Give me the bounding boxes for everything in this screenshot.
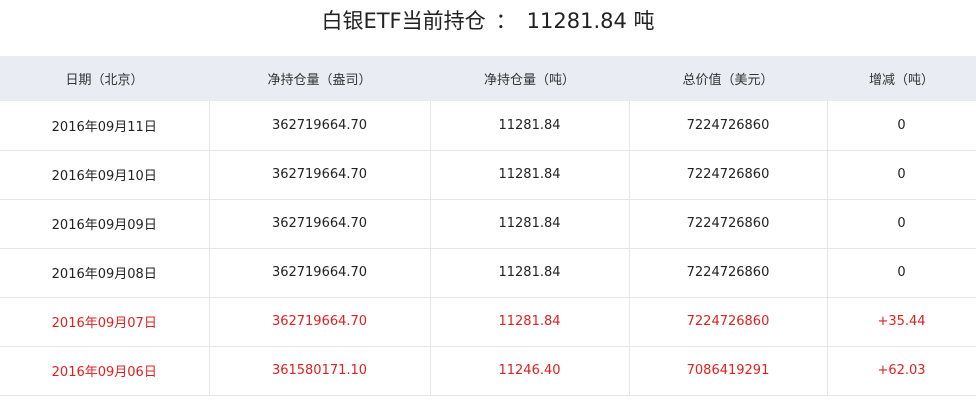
cell-date: 2016年09月07日 <box>0 297 210 347</box>
cell-ounces: 362719664.70 <box>209 297 431 347</box>
table-row: 2016年09月06日 361580171.10 11246.40 708641… <box>0 346 976 396</box>
cell-change: 0 <box>827 199 976 249</box>
etf-holdings-page: 白银ETF当前持仓 ： 11281.84 吨 日期（北京） 净持仓量（盎司） 净持仓… <box>0 0 976 404</box>
cell-date: 2016年09月09日 <box>0 199 210 249</box>
cell-ounces: 361580171.10 <box>209 346 431 396</box>
cell-change: 0 <box>827 101 976 151</box>
cell-ounces: 362719664.70 <box>209 199 431 249</box>
column-header-change: 增减（吨） <box>868 73 934 88</box>
cell-total-value: 7224726860 <box>629 199 828 249</box>
column-header-date: 日期（北京） <box>65 73 144 88</box>
column-header-tonnes: 净持仓量（吨） <box>483 73 575 88</box>
holdings-table: 日期（北京） 净持仓量（盎司） 净持仓量（吨） 总价值（美元） 增减（吨） 20… <box>0 56 976 396</box>
cell-total-value: 7224726860 <box>629 297 828 347</box>
table-row: 2016年09月07日 362719664.70 11281.84 722472… <box>0 297 976 347</box>
table-row: 2016年09月10日 362719664.70 11281.84 722472… <box>0 150 976 200</box>
title-label: 白银ETF当前持仓 <box>321 9 486 33</box>
cell-total-value: 7086419291 <box>629 346 828 396</box>
title-separator: ： <box>495 9 517 33</box>
cell-change: +62.03 <box>827 346 976 396</box>
title-value: 11281.84 吨 <box>526 9 655 33</box>
cell-total-value: 7224726860 <box>629 150 828 200</box>
cell-tonnes: 11281.84 <box>430 150 630 200</box>
cell-tonnes: 11281.84 <box>430 248 630 298</box>
cell-tonnes: 11281.84 <box>430 101 630 151</box>
cell-date: 2016年09月06日 <box>0 346 210 396</box>
cell-ounces: 362719664.70 <box>209 150 431 200</box>
cell-tonnes: 11281.84 <box>430 297 630 347</box>
column-header-total-value: 总价值（美元） <box>682 73 774 88</box>
cell-change: 0 <box>827 150 976 200</box>
table-body: 2016年09月11日 362719664.70 11281.84 722472… <box>0 101 976 396</box>
column-header-ounces: 净持仓量（盎司） <box>267 73 372 88</box>
table-row: 2016年09月09日 362719664.70 11281.84 722472… <box>0 199 976 249</box>
cell-change: 0 <box>827 248 976 298</box>
cell-tonnes: 11281.84 <box>430 199 630 249</box>
cell-date: 2016年09月11日 <box>0 101 210 151</box>
table-row: 2016年09月11日 362719664.70 11281.84 722472… <box>0 101 976 151</box>
header-row: 日期（北京） 净持仓量（盎司） 净持仓量（吨） 总价值（美元） 增减（吨） <box>0 56 976 101</box>
cell-tonnes: 11246.40 <box>430 346 630 396</box>
cell-date: 2016年09月08日 <box>0 248 210 298</box>
cell-date: 2016年09月10日 <box>0 150 210 200</box>
cell-change: +35.44 <box>827 297 976 347</box>
cell-ounces: 362719664.70 <box>209 101 431 151</box>
table-header: 日期（北京） 净持仓量（盎司） 净持仓量（吨） 总价值（美元） 增减（吨） <box>0 56 976 101</box>
table-row: 2016年09月08日 362719664.70 11281.84 722472… <box>0 248 976 298</box>
cell-ounces: 362719664.70 <box>209 248 431 298</box>
page-title: 白银ETF当前持仓 ： 11281.84 吨 <box>0 0 976 56</box>
cell-total-value: 7224726860 <box>629 248 828 298</box>
cell-total-value: 7224726860 <box>629 101 828 151</box>
